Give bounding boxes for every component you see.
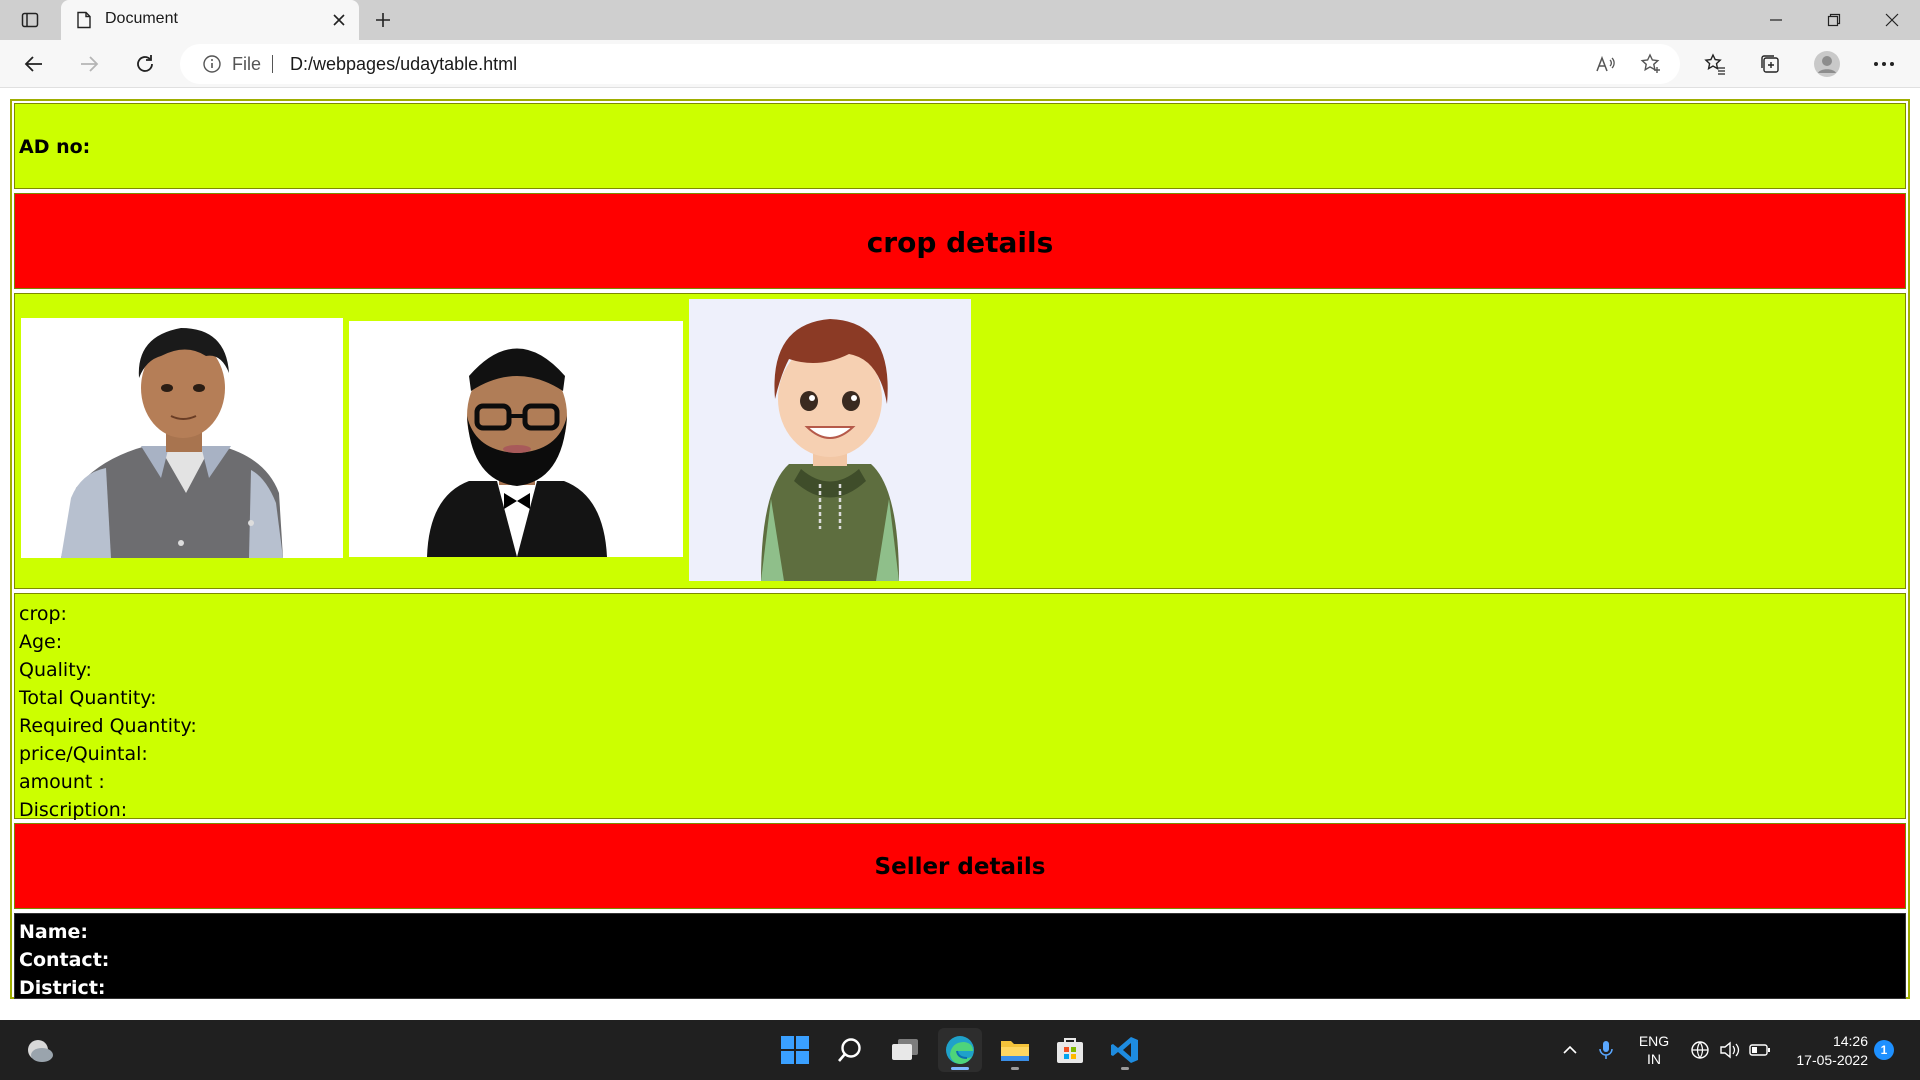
address-bar[interactable]: File D:/webpages/udaytable.html — [180, 44, 1680, 84]
seller-details-header-row: Seller details — [14, 823, 1906, 909]
edge-browser-icon[interactable] — [938, 1028, 982, 1072]
active-tab[interactable]: Document — [61, 0, 359, 40]
battery-icon[interactable] — [1746, 1034, 1774, 1066]
document-icon — [74, 10, 94, 30]
avatar-man-beard-glasses-image — [349, 321, 683, 557]
running-app-indicator — [1011, 1067, 1019, 1070]
add-favorite-icon[interactable] — [1635, 48, 1667, 80]
avatar-images-row — [14, 293, 1906, 589]
field-amount: amount : — [19, 771, 105, 793]
favorites-icon[interactable] — [1699, 48, 1731, 80]
tab-title: Document — [105, 10, 178, 27]
field-age: Age: — [19, 631, 63, 653]
active-app-indicator — [951, 1067, 969, 1070]
restore-button[interactable] — [1806, 0, 1862, 40]
refresh-button[interactable] — [129, 48, 161, 80]
field-crop: crop: — [19, 603, 67, 625]
search-icon[interactable] — [828, 1028, 872, 1072]
url-text[interactable]: D:/webpages/udaytable.html — [290, 54, 517, 75]
forward-button[interactable] — [73, 48, 105, 80]
page-viewport: AD no: crop details crop: Age: Quality: … — [0, 89, 1920, 1019]
volume-icon[interactable] — [1716, 1034, 1744, 1066]
browser-tab-bar: Document — [0, 0, 1920, 40]
file-explorer-icon[interactable] — [993, 1028, 1037, 1072]
new-tab-button[interactable] — [369, 6, 397, 34]
avatar-man-vest-image — [21, 318, 343, 558]
field-contact: Contact: — [19, 949, 110, 971]
ad-number-label: AD no: — [19, 136, 91, 158]
read-aloud-icon[interactable] — [1590, 48, 1622, 80]
network-icon[interactable] — [1686, 1034, 1714, 1066]
field-description: Discription: — [19, 799, 128, 821]
field-quality: Quality: — [19, 659, 92, 681]
start-button[interactable] — [773, 1028, 817, 1072]
close-window-button[interactable] — [1864, 0, 1920, 40]
minimize-button[interactable] — [1748, 0, 1804, 40]
address-separator — [272, 55, 273, 73]
show-hidden-icons-icon[interactable] — [1556, 1034, 1584, 1066]
scheme-label: File — [232, 54, 262, 74]
running-app-indicator — [1121, 1067, 1129, 1070]
weather-icon[interactable] — [24, 1035, 56, 1067]
field-required-quantity: Required Quantity: — [19, 715, 197, 737]
browser-toolbar: File D:/webpages/udaytable.html — [0, 40, 1920, 88]
vscode-icon[interactable] — [1103, 1028, 1147, 1072]
field-name: Name: — [19, 921, 89, 943]
clock-date: 17-05-2022 — [1796, 1052, 1868, 1068]
language-indicator[interactable]: ENG IN — [1632, 1032, 1676, 1068]
close-tab-icon[interactable] — [327, 8, 351, 32]
info-icon[interactable] — [202, 54, 222, 74]
seller-field-list: Name: Contact: District: — [19, 918, 109, 1002]
field-total-quantity: Total Quantity: — [19, 687, 157, 709]
ad-number-row: AD no: — [14, 103, 1906, 189]
seller-details-heading: Seller details — [874, 854, 1046, 880]
crop-fields-row: crop: Age: Quality: Total Quantity: Requ… — [14, 593, 1906, 821]
avatar-boy-hoodie-image — [689, 299, 971, 581]
language-code: ENG — [1638, 1033, 1670, 1049]
region-code: IN — [1647, 1051, 1661, 1067]
ad-table: AD no: crop details crop: Age: Quality: … — [10, 99, 1910, 999]
seller-contact-row: Name: Contact: District: — [14, 913, 1906, 999]
tab-actions-icon[interactable] — [18, 8, 42, 32]
back-button[interactable] — [18, 48, 50, 80]
task-view-icon[interactable] — [883, 1028, 927, 1072]
field-district: District: — [19, 977, 106, 999]
notification-badge[interactable]: 1 — [1874, 1040, 1894, 1060]
collections-icon[interactable] — [1754, 48, 1786, 80]
crop-field-list: crop: Age: Quality: Total Quantity: Requ… — [19, 600, 197, 824]
clock-time: 14:26 — [1832, 1033, 1868, 1049]
settings-more-icon[interactable] — [1868, 48, 1900, 80]
windows-taskbar: ENG IN 14:26 17-05-2022 1 — [0, 1020, 1920, 1080]
crop-details-header-row: crop details — [14, 193, 1906, 289]
microphone-icon[interactable] — [1592, 1034, 1620, 1066]
microsoft-store-icon[interactable] — [1048, 1028, 1092, 1072]
profile-avatar[interactable] — [1811, 48, 1843, 80]
system-clock[interactable]: 14:26 17-05-2022 — [1778, 1032, 1868, 1070]
crop-details-heading: crop details — [866, 226, 1054, 259]
field-price-per-quintal: price/Quintal: — [19, 743, 148, 765]
